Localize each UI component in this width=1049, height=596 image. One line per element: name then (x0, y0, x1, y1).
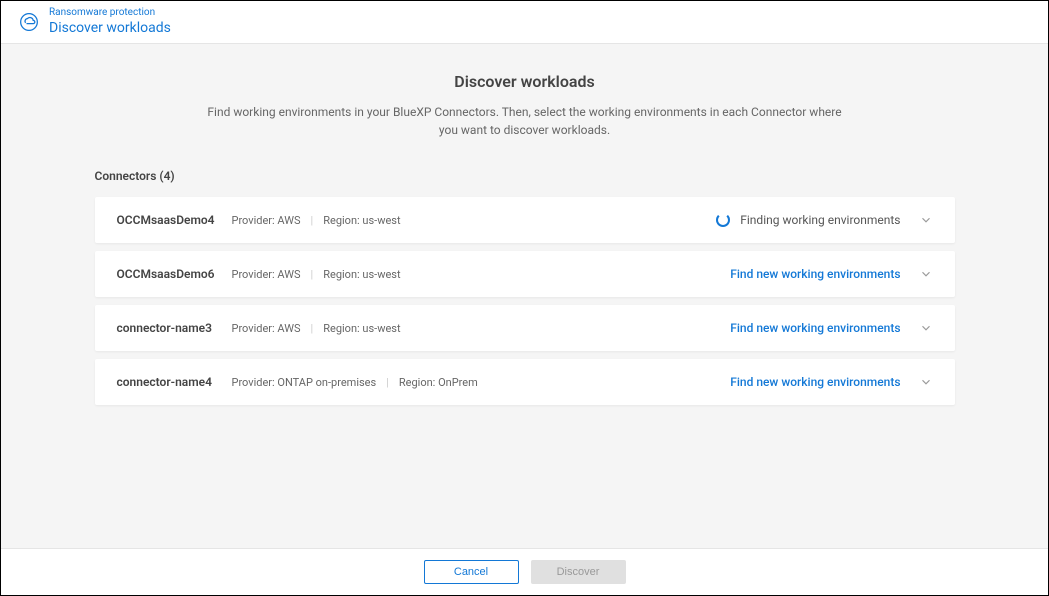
page-description: Find working environments in your BlueXP… (205, 103, 845, 139)
meta-divider: | (311, 214, 314, 227)
find-environments-link[interactable]: Find new working environments (730, 267, 900, 281)
chevron-down-icon (919, 321, 933, 335)
page-header: Ransomware protection Discover workloads (1, 1, 1048, 44)
provider-label: Provider: AWS (232, 214, 301, 227)
find-environments-link[interactable]: Find new working environments (730, 375, 900, 389)
expand-toggle[interactable] (919, 213, 933, 227)
region-label: Region: us-west (323, 322, 400, 335)
provider-label: Provider: ONTAP on-premises (232, 376, 377, 389)
connector-name: OCCMsaasDemo4 (117, 213, 232, 227)
region-label: Region: OnPrem (399, 376, 478, 389)
meta-divider: | (311, 268, 314, 281)
connector-action: Find new working environments (730, 321, 900, 335)
connector-meta: Provider: AWS | Region: us-west (232, 322, 731, 335)
meta-divider: | (386, 376, 389, 389)
discover-button[interactable]: Discover (531, 560, 626, 584)
region-label: Region: us-west (323, 214, 400, 227)
cancel-button[interactable]: Cancel (424, 560, 519, 584)
expand-toggle[interactable] (919, 267, 933, 281)
connector-name: connector-name3 (117, 321, 232, 335)
shield-cloud-icon (19, 12, 39, 32)
connector-row: OCCMsaasDemo4 Provider: AWS | Region: us… (95, 197, 955, 243)
connector-action: Find new working environments (730, 267, 900, 281)
connector-meta: Provider: ONTAP on-premises | Region: On… (232, 376, 731, 389)
connectors-section: Connectors (4) OCCMsaasDemo4 Provider: A… (95, 169, 955, 405)
connector-status: Finding working environments (716, 213, 900, 227)
provider-label: Provider: AWS (232, 322, 301, 335)
header-title: Discover workloads (49, 19, 171, 37)
expand-toggle[interactable] (919, 321, 933, 335)
connector-meta: Provider: AWS | Region: us-west (232, 268, 731, 281)
provider-label: Provider: AWS (232, 268, 301, 281)
connector-row: connector-name4 Provider: ONTAP on-premi… (95, 359, 955, 405)
content-area: Discover workloads Find working environm… (1, 44, 1048, 565)
status-text: Finding working environments (740, 213, 900, 227)
connector-row: OCCMsaasDemo6 Provider: AWS | Region: us… (95, 251, 955, 297)
connector-name: OCCMsaasDemo6 (117, 267, 232, 281)
loading-spinner-icon (716, 213, 730, 227)
meta-divider: | (311, 322, 314, 335)
connector-action: Find new working environments (730, 375, 900, 389)
connector-meta: Provider: AWS | Region: us-west (232, 214, 717, 227)
connectors-heading: Connectors (4) (95, 169, 955, 183)
expand-toggle[interactable] (919, 375, 933, 389)
header-subtitle: Ransomware protection (49, 7, 171, 19)
chevron-down-icon (919, 267, 933, 281)
chevron-down-icon (919, 375, 933, 389)
region-label: Region: us-west (323, 268, 400, 281)
connector-name: connector-name4 (117, 375, 232, 389)
page-footer: Cancel Discover (1, 548, 1048, 595)
find-environments-link[interactable]: Find new working environments (730, 321, 900, 335)
page-title: Discover workloads (1, 72, 1048, 91)
connector-row: connector-name3 Provider: AWS | Region: … (95, 305, 955, 351)
chevron-down-icon (919, 213, 933, 227)
